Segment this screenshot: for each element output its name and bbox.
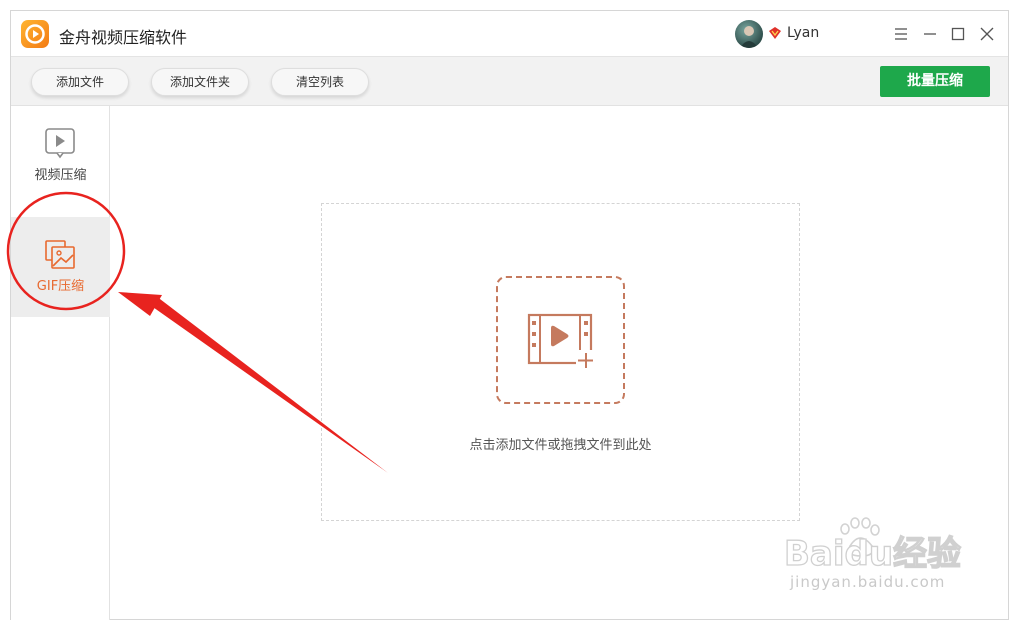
title-bar: 金舟视频压缩软件 Lyan [11,11,1008,57]
drop-hint-text: 点击添加文件或拖拽文件到此处 [469,438,652,453]
sidebar-item-label: 视频压缩 [34,168,87,183]
vip-badge-icon [769,27,781,39]
batch-compress-button[interactable]: 批量压缩 [880,66,990,97]
baidu-watermark-logo: Baidu经验 [783,517,962,575]
minimize-icon[interactable] [920,24,940,44]
menu-icon[interactable] [891,24,911,44]
sidebar: 视频压缩 GIF压缩 [11,106,110,620]
sidebar-item-label: GIF压缩 [36,279,85,294]
app-logo-icon [21,20,49,48]
clear-list-button[interactable]: 清空列表 [271,68,369,96]
app-title: 金舟视频压缩软件 [59,28,188,47]
watermark-url: jingyan.baidu.com [790,573,946,591]
close-icon[interactable] [977,24,997,44]
add-video-icon [527,313,596,370]
sidebar-item-video-compress[interactable]: 视频压缩 [11,106,110,206]
file-drop-zone[interactable]: 点击添加文件或拖拽文件到此处 [321,203,800,521]
add-file-button[interactable]: 添加文件 [31,68,129,96]
watermark-brand: Baidu经验 [784,534,961,574]
user-avatar[interactable] [735,20,763,48]
video-play-icon [45,128,75,159]
add-file-area[interactable] [496,276,625,404]
maximize-icon[interactable] [948,24,968,44]
toolbar: 添加文件 添加文件夹 清空列表 批量压缩 [11,57,1008,106]
sidebar-item-gif-compress[interactable]: GIF压缩 [11,217,110,317]
gif-image-icon [45,240,75,269]
username-label[interactable]: Lyan [787,25,819,41]
add-folder-button[interactable]: 添加文件夹 [151,68,249,96]
